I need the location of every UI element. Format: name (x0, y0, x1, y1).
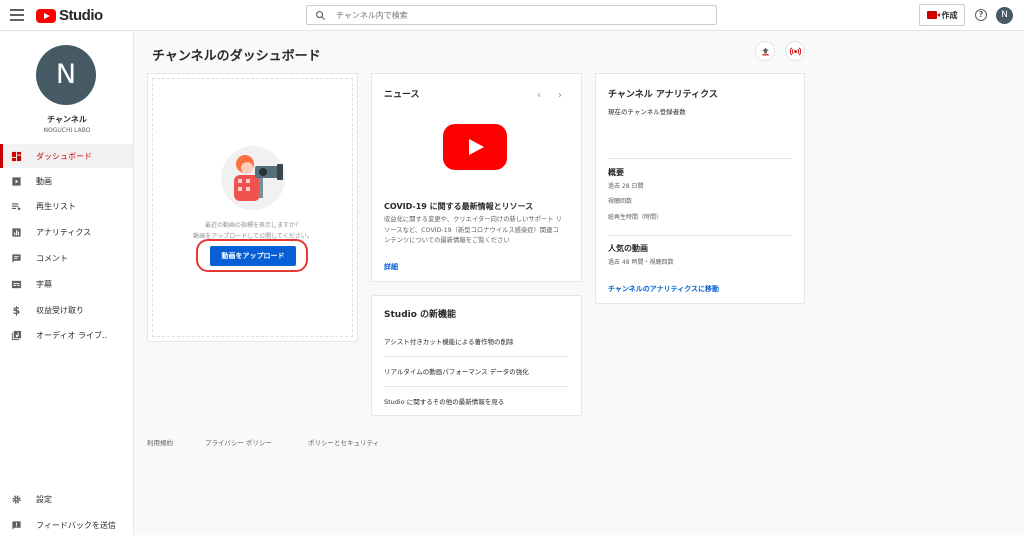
sidebar-item-label: コメント (36, 253, 68, 263)
settings-icon (11, 494, 22, 505)
analytics-title: チャンネル アナリティクス (608, 90, 718, 100)
video-camera-icon (926, 11, 940, 19)
sidebar-item-label: フィードバックを送信 (36, 520, 116, 530)
sidebar: N チャンネル NOGUCHI LABO ダッシュボード 動画 再生リスト アナ… (0, 32, 134, 535)
account-avatar[interactable]: N (996, 7, 1013, 24)
dollar-icon: $ (12, 303, 21, 317)
channel-handle: NOGUCHI LABO (43, 127, 91, 134)
go-live-button[interactable] (785, 41, 805, 61)
comment-icon (11, 253, 22, 264)
channel-avatar[interactable]: N (36, 45, 96, 105)
divider (608, 158, 792, 159)
divider (608, 235, 792, 236)
sidebar-item-dashboard[interactable]: ダッシュボード (0, 144, 133, 168)
feedback-icon (11, 520, 22, 531)
chevron-left-icon[interactable]: ‹ (537, 90, 541, 101)
summary-title: 概要 (608, 168, 624, 177)
playlist-icon (11, 201, 22, 212)
upload-icon (761, 47, 769, 55)
audio-library-icon (11, 330, 22, 341)
news-headline: COVID-19 に関する最新情報とリソース (384, 202, 534, 211)
summary-period: 過去 28 日間 (608, 183, 644, 190)
privacy-link[interactable]: プライバシー ポリシー (205, 437, 272, 447)
help-icon[interactable]: ? (975, 9, 987, 21)
sidebar-item-label: 設定 (36, 494, 52, 504)
sidebar-item-videos[interactable]: 動画 (0, 169, 133, 193)
sidebar-item-settings[interactable]: 設定 (0, 487, 133, 511)
channel-name: チャンネル (47, 115, 87, 124)
live-broadcast-icon (789, 47, 801, 55)
chevron-right-icon[interactable]: › (558, 90, 562, 101)
logo-text: Studio (59, 7, 103, 24)
sidebar-item-label: 再生リスト (36, 201, 76, 211)
sidebar-item-comments[interactable]: コメント (0, 246, 133, 270)
feature-item[interactable]: Studio に関するその他の最新情報を見る (384, 386, 568, 416)
studio-logo[interactable]: Studio (36, 7, 103, 24)
news-body: 収益化に関する変更や、クリエイター向けの新しいサポート リソースなど、COVID… (384, 216, 562, 244)
sidebar-item-label: 字幕 (36, 279, 52, 289)
hamburger-menu-icon[interactable] (10, 9, 24, 21)
news-card (371, 73, 582, 282)
sidebar-item-label: アナリティクス (36, 227, 92, 237)
sidebar-item-playlists[interactable]: 再生リスト (0, 194, 133, 218)
sidebar-item-feedback[interactable]: フィードバックを送信 (0, 513, 133, 535)
youtube-logo-icon (36, 8, 56, 23)
sidebar-item-audio-library[interactable]: オーディオ ライブ.. (0, 323, 133, 347)
top-bar: Studio 作成 ? N (0, 0, 1024, 31)
sidebar-item-label: 動画 (36, 176, 52, 186)
sidebar-item-subtitles[interactable]: 字幕 (0, 272, 133, 296)
upload-card: 最近の動画の指標を表示しますか？ 動画をアップロードして公開してください。 動画… (147, 73, 358, 342)
news-title: ニュース (384, 90, 420, 100)
policy-security-link[interactable]: ポリシーとセキュリティ (308, 437, 379, 447)
sidebar-item-label: 収益受け取り (36, 305, 84, 315)
create-button[interactable]: 作成 (919, 4, 965, 26)
sidebar-item-monetization[interactable]: $ 収益受け取り (0, 298, 133, 322)
whats-new-title: Studio の新機能 (384, 310, 457, 320)
create-label: 作成 (941, 10, 958, 20)
popular-videos-title: 人気の動画 (608, 244, 648, 253)
upload-videos-button[interactable] (755, 41, 775, 61)
subtitles-icon (11, 279, 22, 290)
sidebar-item-analytics[interactable]: アナリティクス (0, 220, 133, 244)
news-details-link[interactable]: 詳細 (384, 262, 398, 272)
upload-prompt-line1: 最近の動画の指標を表示しますか？ (204, 222, 301, 229)
videographer-illustration (221, 146, 285, 210)
feature-item[interactable]: リアルタイムの動画パフォーマンス データの強化 (384, 356, 568, 386)
watch-time-label: 総再生時間（時間） (608, 214, 663, 221)
sidebar-item-label: ダッシュボード (36, 151, 92, 161)
dashboard-icon (11, 151, 22, 162)
sidebar-item-label: オーディオ ライブ.. (36, 330, 108, 340)
views-label: 視聴回数 (608, 198, 633, 205)
page-title: チャンネルのダッシュボード (152, 49, 321, 64)
search-icon (316, 10, 326, 20)
video-icon (11, 176, 22, 187)
analytics-icon (11, 227, 22, 238)
upload-video-button[interactable]: 動画をアップロード (210, 246, 296, 266)
popular-period: 過去 48 時間・視聴回数 (608, 259, 674, 266)
go-to-analytics-link[interactable]: チャンネルのアナリティクスに移動 (608, 284, 719, 294)
terms-link[interactable]: 利用規約 (147, 437, 173, 447)
subscribers-label: 現在のチャンネル登録者数 (608, 108, 686, 116)
search-input[interactable] (336, 10, 686, 20)
search-box[interactable] (306, 5, 717, 25)
feature-item[interactable]: アシスト付きカット機能による著作物の削除 (384, 326, 568, 356)
youtube-play-icon (443, 124, 507, 170)
